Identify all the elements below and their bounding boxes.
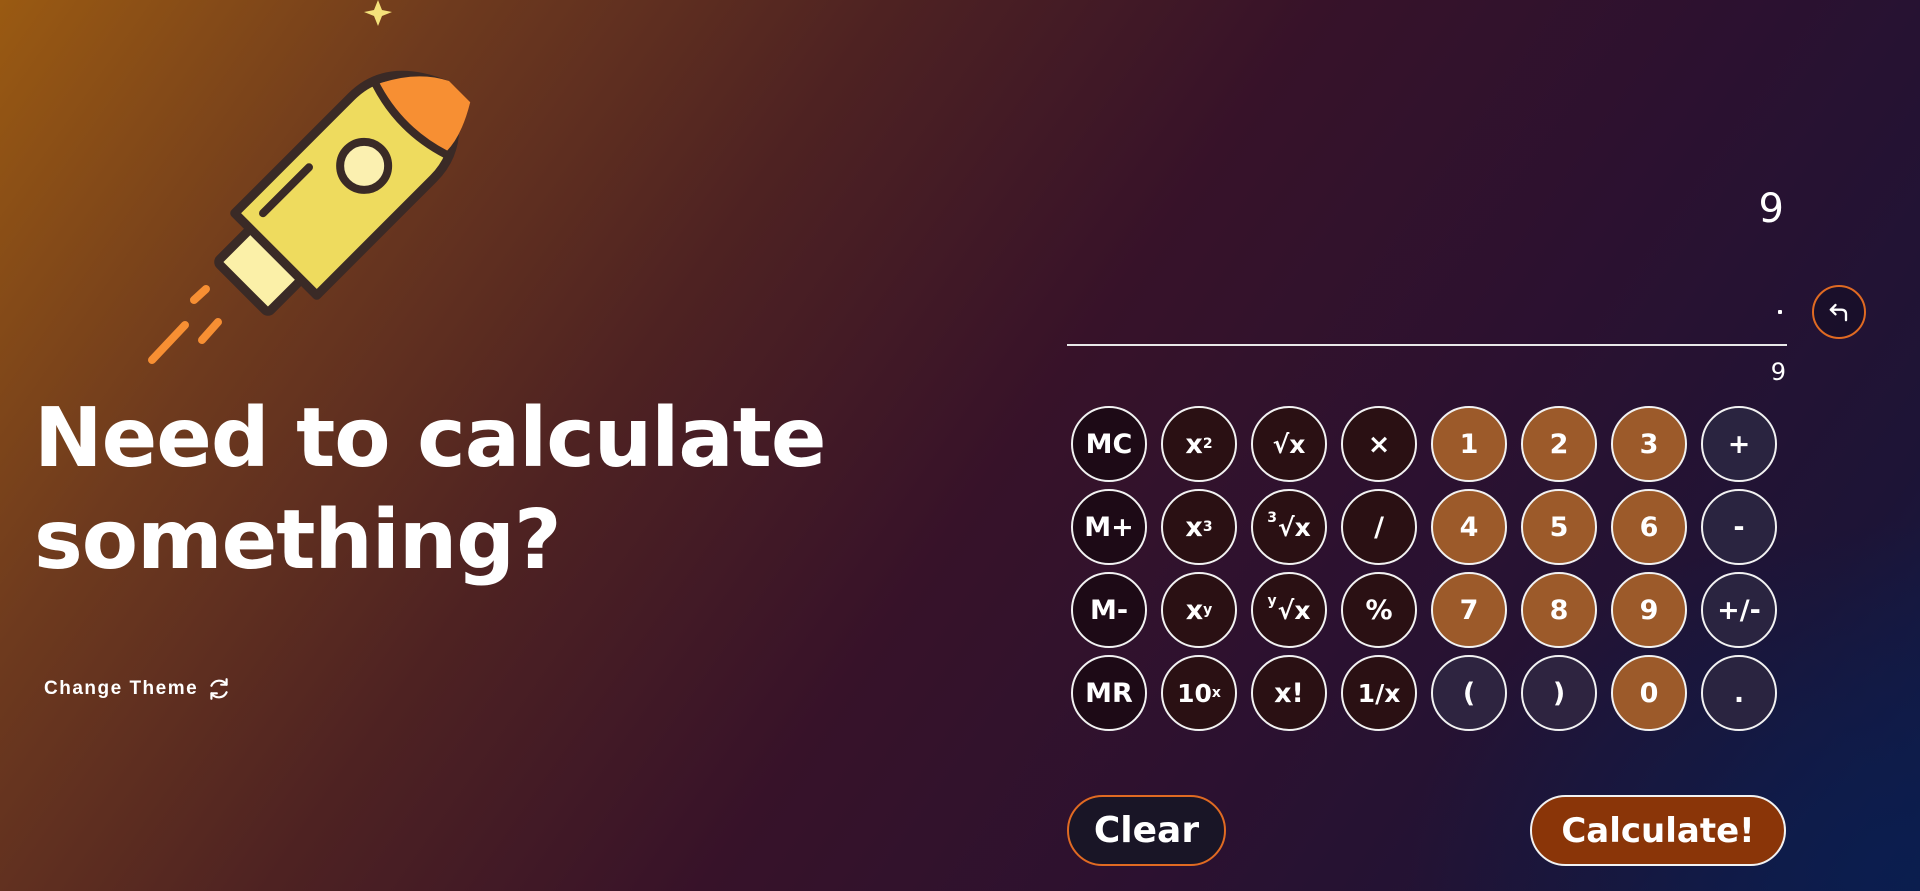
reciprocal-key[interactable]: 1/x <box>1341 655 1417 731</box>
cursor-dot <box>1778 310 1782 314</box>
cube-key-base: x <box>1185 511 1203 543</box>
change-theme-button[interactable]: Change Theme <box>44 676 232 702</box>
negate-key[interactable]: +/- <box>1701 572 1777 648</box>
nth-root-key[interactable]: y √x <box>1251 572 1327 648</box>
ten-power-key-base: 10 <box>1177 678 1212 708</box>
digit-1-key[interactable]: 1 <box>1431 406 1507 482</box>
digit-3-key[interactable]: 3 <box>1611 406 1687 482</box>
memory-subtract-key[interactable]: M- <box>1071 572 1147 648</box>
square-key[interactable]: x2 <box>1161 406 1237 482</box>
digit-5-key[interactable]: 5 <box>1521 489 1597 565</box>
refresh-icon <box>210 678 228 700</box>
calculate-button[interactable]: Calculate! <box>1530 795 1786 866</box>
cube-root-key[interactable]: 3 √x <box>1251 489 1327 565</box>
power-key-exp: y <box>1203 602 1213 618</box>
digit-7-key[interactable]: 7 <box>1431 572 1507 648</box>
square-key-exp: 2 <box>1202 436 1213 452</box>
digit-9-key[interactable]: 9 <box>1611 572 1687 648</box>
undo-arrow-icon <box>1829 303 1848 322</box>
cube-root-index: 3 <box>1267 510 1277 526</box>
headline-line-2: something? <box>34 493 562 588</box>
result-preview: 9 <box>1770 358 1786 386</box>
memory-add-key[interactable]: M+ <box>1071 489 1147 565</box>
digit-8-key[interactable]: 8 <box>1521 572 1597 648</box>
left-paren-key[interactable]: ( <box>1431 655 1507 731</box>
calculator-keypad: MC x2 √x × 1 2 3 + M+ x3 3 √x / 4 5 6 - M… <box>1071 406 1777 731</box>
percent-key[interactable]: % <box>1341 572 1417 648</box>
page-headline: Need to calculate something? <box>34 388 826 592</box>
power-key-base: x <box>1185 594 1204 626</box>
plus-key[interactable]: + <box>1701 406 1777 482</box>
nth-root-index: y <box>1267 593 1277 609</box>
right-paren-key[interactable]: ) <box>1521 655 1597 731</box>
ten-power-key[interactable]: 10 x <box>1161 655 1237 731</box>
memory-clear-key[interactable]: MC <box>1071 406 1147 482</box>
display-divider <box>1067 344 1787 346</box>
change-theme-label: Change Theme <box>44 678 199 699</box>
factorial-key[interactable]: x! <box>1251 655 1327 731</box>
cube-key-exp: 3 <box>1202 519 1213 535</box>
nth-root-label: √x <box>1277 595 1311 625</box>
square-root-key[interactable]: √x <box>1251 406 1327 482</box>
memory-recall-key[interactable]: MR <box>1071 655 1147 731</box>
multiply-key[interactable]: × <box>1341 406 1417 482</box>
digit-0-key[interactable]: 0 <box>1611 655 1687 731</box>
sparkle-icon <box>364 0 392 26</box>
digit-4-key[interactable]: 4 <box>1431 489 1507 565</box>
expression-display: 9 <box>1758 186 1784 232</box>
digit-2-key[interactable]: 2 <box>1521 406 1597 482</box>
ten-power-key-exp: x <box>1211 685 1221 701</box>
backspace-button[interactable] <box>1812 285 1866 339</box>
cube-root-label: √x <box>1277 512 1311 542</box>
cube-key[interactable]: x3 <box>1161 489 1237 565</box>
decimal-key[interactable]: . <box>1701 655 1777 731</box>
digit-6-key[interactable]: 6 <box>1611 489 1687 565</box>
rocket-illustration <box>148 0 471 364</box>
power-key[interactable]: xy <box>1161 572 1237 648</box>
headline-line-1: Need to calculate <box>34 391 826 486</box>
minus-key[interactable]: - <box>1701 489 1777 565</box>
square-key-base: x <box>1185 428 1203 460</box>
clear-button[interactable]: Clear <box>1067 795 1226 866</box>
divide-key[interactable]: / <box>1341 489 1417 565</box>
